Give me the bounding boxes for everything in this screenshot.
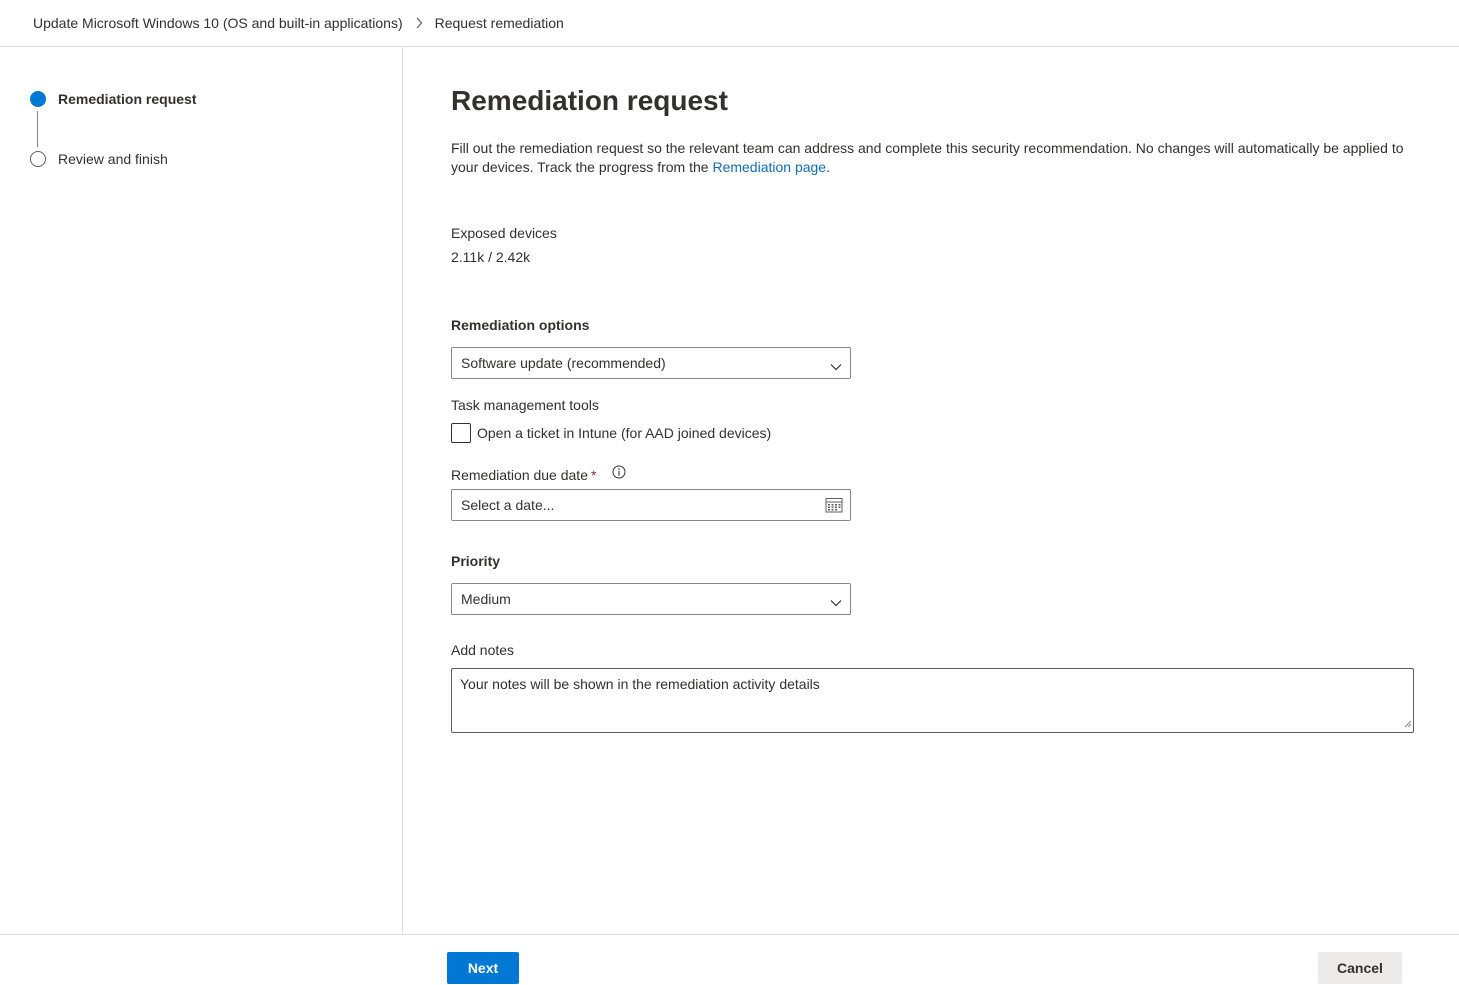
info-icon[interactable] <box>612 465 626 482</box>
priority-label: Priority <box>451 553 501 569</box>
breadcrumb: Update Microsoft Windows 10 (OS and buil… <box>0 0 1459 47</box>
breadcrumb-current: Request remediation <box>434 15 564 31</box>
intune-ticket-checkbox[interactable] <box>451 423 471 443</box>
remediation-options-dropdown[interactable]: Software update (recommended) <box>451 347 851 379</box>
cancel-button[interactable]: Cancel <box>1318 952 1402 984</box>
add-notes-label: Add notes <box>451 642 515 658</box>
wizard-footer: Next Cancel <box>0 934 1459 985</box>
task-management-tools-label: Task management tools <box>451 397 599 413</box>
wizard-step-remediation-request[interactable]: Remediation request <box>30 91 196 107</box>
notes-textarea[interactable]: Your notes will be shown in the remediat… <box>451 668 1414 733</box>
step-pending-indicator <box>30 151 46 167</box>
exposed-devices-value: 2.11k / 2.42k <box>451 249 531 265</box>
due-date-placeholder: Select a date... <box>461 497 555 513</box>
page-title: Remediation request <box>451 85 728 116</box>
chevron-down-icon <box>830 358 842 374</box>
page-description: Fill out the remediation request so the … <box>451 139 1416 177</box>
exposed-devices-label: Exposed devices <box>451 225 557 241</box>
due-date-label-text: Remediation due date <box>451 467 588 483</box>
priority-dropdown[interactable]: Medium <box>451 583 851 615</box>
chevron-down-icon <box>830 594 842 610</box>
remediation-options-label: Remediation options <box>451 317 590 333</box>
step-active-indicator <box>30 91 46 107</box>
description-suffix: . <box>826 159 830 175</box>
intune-ticket-option[interactable]: Open a ticket in Intune (for AAD joined … <box>451 423 771 443</box>
due-date-label: Remediation due date * <box>451 467 596 483</box>
calendar-icon[interactable] <box>825 497 843 516</box>
wizard-step-label: Remediation request <box>58 91 197 107</box>
wizard-steps-pane: Remediation request Review and finish <box>0 47 403 934</box>
breadcrumb-parent-link[interactable]: Update Microsoft Windows 10 (OS and buil… <box>33 15 403 31</box>
chevron-right-icon <box>415 17 423 29</box>
wizard-step-label: Review and finish <box>58 151 168 167</box>
priority-selected: Medium <box>461 591 511 607</box>
resize-grip-icon[interactable] <box>1404 715 1412 731</box>
remediation-options-selected: Software update (recommended) <box>461 355 666 371</box>
intune-ticket-label: Open a ticket in Intune (for AAD joined … <box>477 425 772 441</box>
remediation-page-link[interactable]: Remediation page <box>712 159 826 175</box>
description-text: Fill out the remediation request so the … <box>451 140 1404 175</box>
due-date-picker[interactable]: Select a date... <box>451 489 851 521</box>
notes-placeholder: Your notes will be shown in the remediat… <box>460 676 820 692</box>
wizard-step-review-and-finish[interactable]: Review and finish <box>30 151 168 167</box>
required-indicator: * <box>591 467 597 483</box>
step-connector <box>37 111 38 147</box>
next-button[interactable]: Next <box>447 952 519 984</box>
